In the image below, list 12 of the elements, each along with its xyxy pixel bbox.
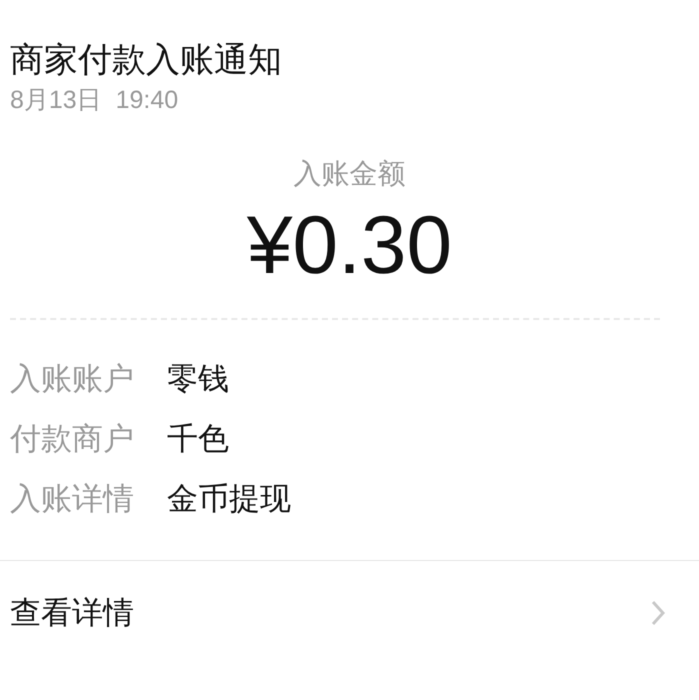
detail-value: 零钱 [167, 360, 229, 398]
timestamp: 8月13日 19:40 [10, 85, 180, 116]
detail-value: 千色 [167, 420, 229, 458]
amount-label: 入账金额 [294, 157, 406, 191]
amount-value: ¥0.30 [246, 199, 452, 293]
detail-label: 入账详情 [10, 480, 135, 518]
notification-title: 商家付款入账通知 [10, 40, 283, 81]
detail-label: 入账账户 [10, 360, 135, 398]
view-details-link[interactable]: 查看详情 [0, 561, 699, 665]
chevron-right-icon [651, 600, 665, 626]
detail-label: 付款商户 [10, 420, 135, 458]
detail-value: 金币提现 [167, 480, 291, 518]
